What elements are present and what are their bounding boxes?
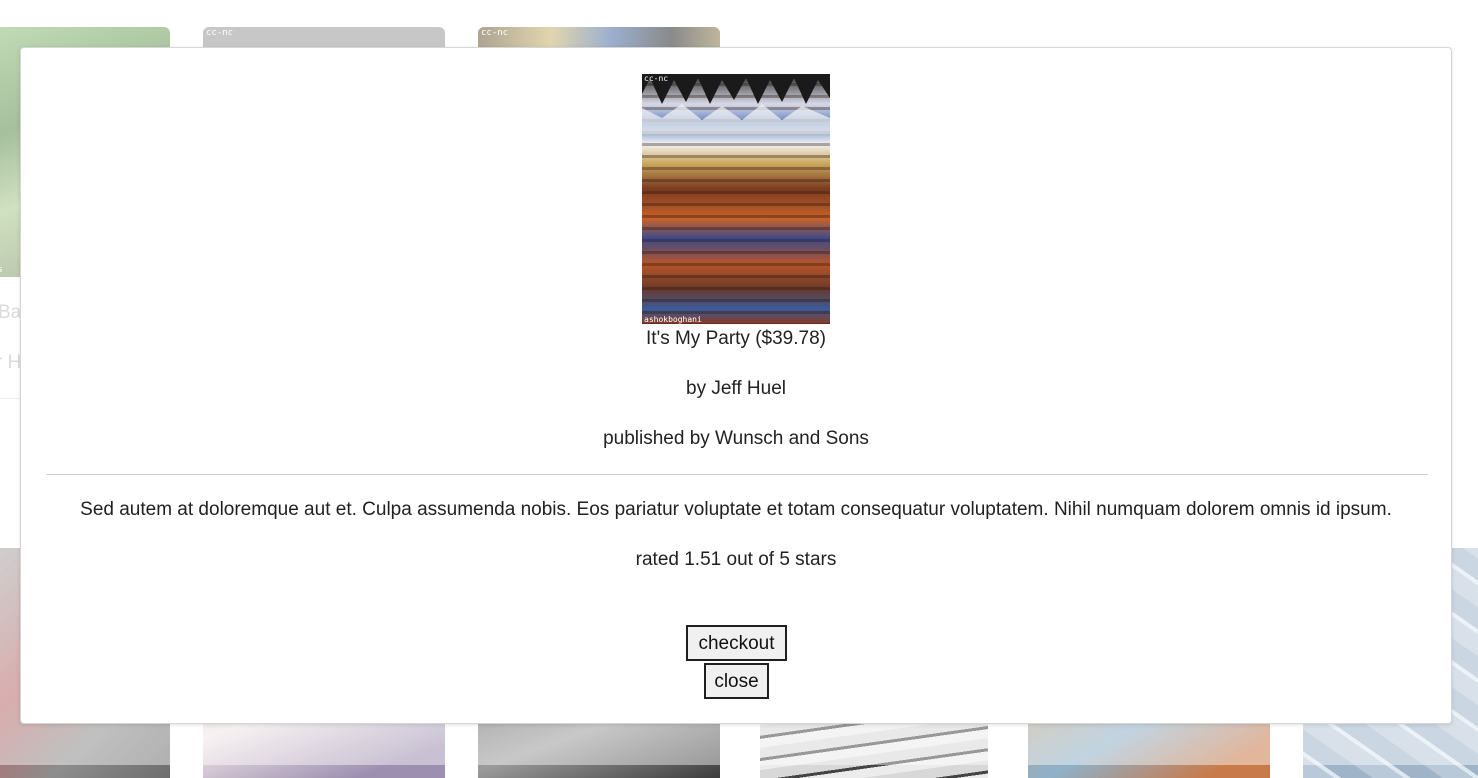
book-title-price: It's My Party ($39.78) xyxy=(646,328,826,349)
close-button[interactable]: close xyxy=(704,663,769,699)
book-cover-image: cc-nc ashokboghani xyxy=(642,74,830,324)
book-rating: rated 1.51 out of 5 stars xyxy=(635,549,837,570)
book-author: by Jeff Huel xyxy=(686,378,786,399)
modal-divider xyxy=(46,474,1428,475)
cover-credit: ashokboghani xyxy=(644,315,702,324)
book-publisher: published by Wunsch and Sons xyxy=(603,428,869,449)
cover-pattern xyxy=(642,74,830,134)
cover-license-tag: cc-nc xyxy=(644,74,669,83)
checkout-button[interactable]: checkout xyxy=(686,625,787,661)
book-detail-modal: cc-nc ashokboghani It's My Party ($39.78… xyxy=(20,47,1452,724)
book-description: Sed autem at doloremque aut et. Culpa as… xyxy=(80,499,1392,520)
